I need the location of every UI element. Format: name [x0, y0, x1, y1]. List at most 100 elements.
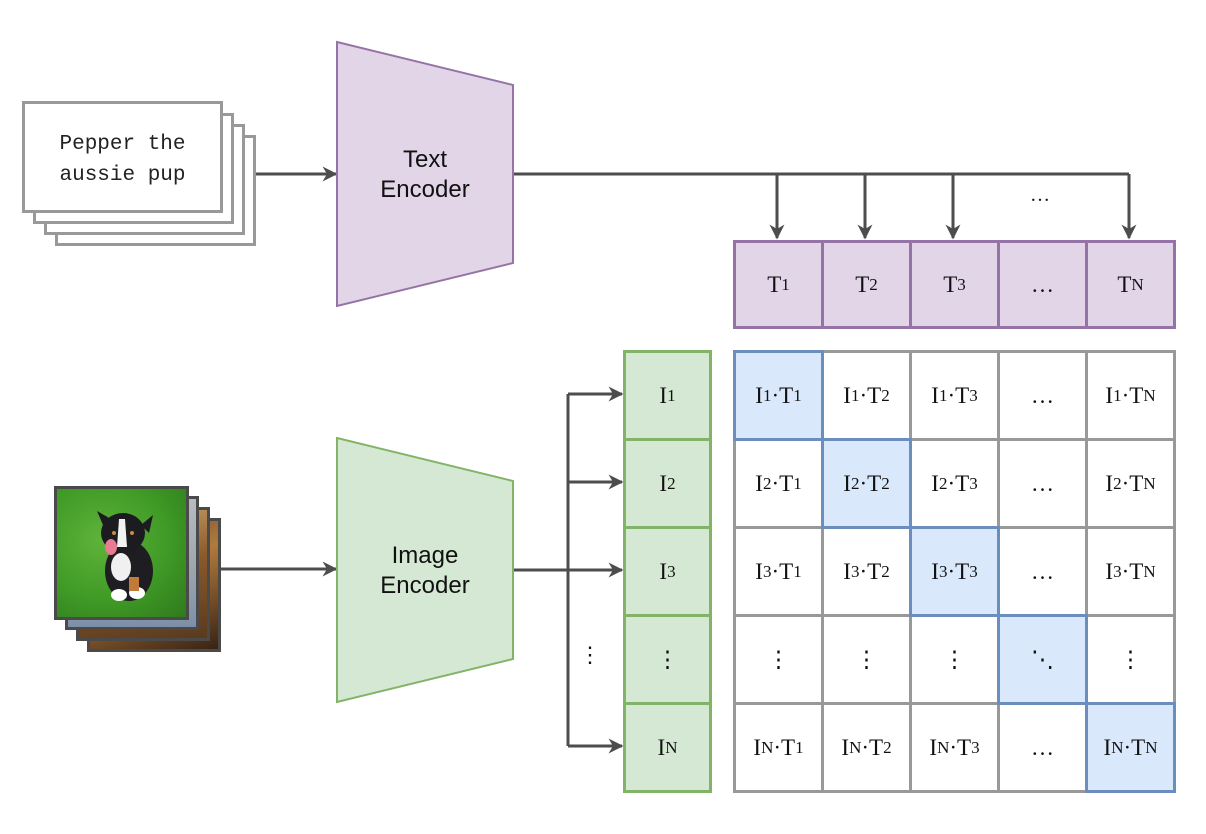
matrix-cell-4-0: I N · T 1 [733, 702, 824, 793]
cell-base: T [867, 470, 882, 496]
dot-product-symbol: · [859, 382, 868, 408]
cell-base: … [1031, 382, 1054, 408]
matrix-cell-2-1: I 3 · T 2 [821, 526, 912, 617]
matrix-cell-3-1: ⋮ [821, 614, 912, 705]
dot-product-symbol: · [947, 470, 956, 496]
cell-base: T [1129, 558, 1144, 584]
cell-base: I [659, 470, 668, 496]
matrix-cell-1-1: I 2 · T 2 [821, 438, 912, 529]
cell-base: ⋱ [1031, 646, 1054, 672]
matrix-cell-3-0: ⋮ [733, 614, 824, 705]
text-embedding-N: TN [1085, 240, 1176, 329]
image-encoder-label: Image Encoder [337, 541, 513, 601]
image-embedding-2: I2 [623, 438, 712, 529]
cell-base: … [1031, 271, 1054, 297]
text-arrows-ellipsis: … [1030, 184, 1050, 206]
cell-base: T [867, 558, 882, 584]
cell-base: T [1131, 734, 1146, 760]
matrix-cell-3-2: ⋮ [909, 614, 1000, 705]
cell-base: T [867, 382, 882, 408]
text-encoder-label: Text Encoder [337, 145, 513, 205]
cell-base: I [1105, 382, 1114, 408]
dot-product-symbol: · [773, 734, 782, 760]
cell-base: T [781, 734, 796, 760]
cell-base: T [1117, 271, 1132, 297]
cell-base: I [931, 558, 939, 584]
cell-base: T [1129, 470, 1144, 496]
text-encoder-label-line2: Encoder [380, 176, 470, 203]
dot-product-symbol: · [947, 382, 956, 408]
image-embedding-1: I1 [623, 350, 712, 441]
matrix-cell-4-3: … [997, 702, 1088, 793]
cell-base: I [843, 470, 851, 496]
cell-base: T [869, 734, 884, 760]
matrix-cell-2-4: I 3 · T N [1085, 526, 1176, 617]
cell-base: I [931, 382, 939, 408]
image-encoder-label-line1: Image [391, 542, 459, 569]
cell-base: ⋮ [767, 646, 790, 672]
cell-base: T [1129, 382, 1144, 408]
cell-base: T [855, 271, 870, 297]
dot-product-symbol: · [771, 558, 780, 584]
cell-base: I [755, 470, 763, 496]
cell-base: I [1103, 734, 1112, 760]
dot-product-symbol: · [861, 734, 870, 760]
text-embedding-2: T2 [821, 240, 912, 329]
text-encoder-label-line1: Text [402, 146, 447, 173]
cell-base: T [779, 470, 794, 496]
matrix-cell-2-0: I 3 · T 1 [733, 526, 824, 617]
cell-base: T [943, 271, 958, 297]
dot-product-symbol: · [1121, 470, 1130, 496]
matrix-cell-1-3: … [997, 438, 1088, 529]
matrix-cell-0-3: … [997, 350, 1088, 441]
dot-product-symbol: · [1121, 382, 1130, 408]
text-embedding-ellipsis: … [997, 240, 1088, 329]
dot-product-symbol: · [859, 470, 868, 496]
dot-product-symbol: · [949, 734, 958, 760]
cell-base: I [755, 558, 763, 584]
cell-base: I [657, 734, 666, 760]
cell-base: … [1031, 558, 1054, 584]
puppy-icon [97, 511, 153, 601]
matrix-cell-0-4: I 1 · T N [1085, 350, 1176, 441]
cell-base: ⋮ [1119, 646, 1142, 672]
matrix-cell-0-0: I 1 · T 1 [733, 350, 824, 441]
cell-base: T [955, 470, 970, 496]
cell-base: T [767, 271, 782, 297]
cell-base: T [955, 382, 970, 408]
dot-product-symbol: · [1121, 558, 1130, 584]
cell-base: I [1105, 558, 1114, 584]
cell-base: ⋮ [855, 646, 878, 672]
image-embedding-3: I3 [623, 526, 712, 617]
cell-base: T [779, 558, 794, 584]
puppy-photo [54, 486, 189, 620]
cell-base: T [779, 382, 794, 408]
matrix-cell-1-4: I 2 · T N [1085, 438, 1176, 529]
cell-base: ⋮ [943, 646, 966, 672]
matrix-cell-4-2: I N · T 3 [909, 702, 1000, 793]
cell-base: I [755, 382, 763, 408]
dot-product-symbol: · [1123, 734, 1132, 760]
matrix-cell-0-1: I 1 · T 2 [821, 350, 912, 441]
caption-line-2: aussie pup [59, 164, 186, 187]
cell-base: ⋮ [656, 646, 679, 672]
cell-base: I [753, 734, 762, 760]
clip-diagram: Pepper the aussie pup Text Encoder Image… [0, 0, 1206, 834]
text-card-front: Pepper the aussie pup [22, 101, 223, 213]
matrix-cell-3-4: ⋮ [1085, 614, 1176, 705]
matrix-cell-4-1: I N · T 2 [821, 702, 912, 793]
matrix-cell-1-0: I 2 · T 1 [733, 438, 824, 529]
dot-product-symbol: · [947, 558, 956, 584]
cell-base: I [929, 734, 938, 760]
matrix-cell-1-2: I 2 · T 3 [909, 438, 1000, 529]
cell-base: … [1031, 470, 1054, 496]
cell-base: T [955, 558, 970, 584]
cell-base: I [843, 558, 851, 584]
matrix-cell-0-2: I 1 · T 3 [909, 350, 1000, 441]
image-encoder-label-line2: Encoder [380, 572, 470, 599]
matrix-cell-2-2: I 3 · T 3 [909, 526, 1000, 617]
cell-base: T [957, 734, 972, 760]
image-arrows-ellipsis: ⋮ [579, 642, 601, 667]
cell-base: I [659, 558, 668, 584]
dot-product-symbol: · [771, 382, 780, 408]
